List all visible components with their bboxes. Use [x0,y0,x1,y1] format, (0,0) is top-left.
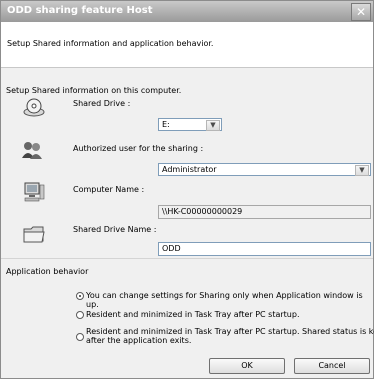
behavior-option-3[interactable]: Resident and minimized in Task Tray afte… [73,326,374,348]
behavior-option-3-label-line2: after the application exits. [86,336,192,345]
computer-name-field: \\HK-C00000000029 [158,205,371,219]
behavior-option-2[interactable]: Resident and minimized in Task Tray afte… [73,309,369,321]
radio-button[interactable] [76,292,84,300]
authorized-user-label: Authorized user for the sharing : [73,144,204,153]
header-description: Setup Shared information and application… [7,39,214,48]
behavior-option-1-label: You can change settings for Sharing only… [86,291,363,309]
header-area: Setup Shared information and application… [1,22,373,67]
settings-panel: Setup Shared information on this compute… [1,68,374,378]
chevron-down-icon: ▼ [355,165,369,176]
title-bar[interactable]: ODD sharing feature Host ✕ [1,1,373,22]
shared-drive-value: E: [162,120,170,129]
shared-drive-name-input[interactable]: ODD [158,242,371,256]
computer-name-label: Computer Name : [73,185,145,194]
close-icon: ✕ [355,5,367,19]
close-button[interactable]: ✕ [351,3,371,21]
shared-drive-select[interactable]: E: ▼ [158,118,222,131]
behavior-option-3-label-line1: Resident and minimized in Task Tray afte… [86,327,374,336]
computer-name-value: \\HK-C00000000029 [162,207,243,216]
dialog-window: ODD sharing feature Host ✕ Setup Shared … [0,0,374,379]
chevron-down-icon: ▼ [206,120,220,131]
shared-info-section-label: Setup Shared information on this compute… [6,86,182,95]
shared-drive-name-label: Shared Drive Name : [73,225,157,234]
authorized-user-select[interactable]: Administrator ▼ [158,163,371,176]
folder-icon [23,226,45,243]
behavior-option-2-label: Resident and minimized in Task Tray afte… [86,310,300,319]
behavior-option-1[interactable]: You can change settings for Sharing only… [73,290,369,309]
computer-icon [24,182,45,202]
window-title: ODD sharing feature Host [7,5,153,16]
shared-drive-label: Shared Drive : [73,99,131,108]
authorized-user-value: Administrator [162,165,217,174]
drive-icon [23,98,45,117]
application-behavior-label: Application behavior [6,267,89,276]
ok-button[interactable]: OK [209,358,285,374]
users-icon [22,142,42,159]
cancel-button[interactable]: Cancel [294,358,370,374]
radio-button[interactable] [76,333,84,341]
radio-button[interactable] [76,311,84,319]
section-divider [1,258,373,259]
shared-drive-name-value: ODD [162,244,181,253]
